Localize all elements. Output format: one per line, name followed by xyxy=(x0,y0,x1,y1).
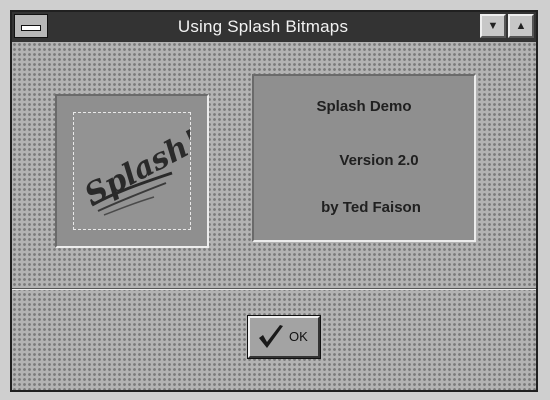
author-text: by Ted Faison xyxy=(321,199,421,216)
ok-button[interactable]: OK xyxy=(247,315,321,359)
chevron-down-icon: ▼ xyxy=(487,20,499,32)
chevron-up-icon: ▲ xyxy=(515,20,527,32)
minimize-button[interactable]: ▼ xyxy=(480,14,506,38)
ok-button-label: OK xyxy=(289,329,308,344)
version-text: Version 2.0 xyxy=(339,152,419,169)
app-name-text: Splash Demo xyxy=(316,98,412,115)
system-menu-icon xyxy=(21,25,41,31)
splash-image-panel: Splash! xyxy=(55,94,209,248)
window-title: Using Splash Bitmaps xyxy=(177,17,349,36)
checkmark-icon xyxy=(259,325,283,348)
splash-bitmap: Splash! xyxy=(73,112,206,230)
splash-logo-icon: Splash! xyxy=(79,123,206,216)
dialog-window: Using Splash Bitmaps ▼ ▲ Splash! Splash xyxy=(10,10,538,392)
maximize-button[interactable]: ▲ xyxy=(508,14,534,38)
info-panel: Splash Demo Version 2.0 by Ted Faison xyxy=(252,74,476,242)
splash-logo-text: Splash! xyxy=(79,123,190,213)
system-menu-button[interactable] xyxy=(14,14,48,38)
separator-line xyxy=(12,288,536,290)
dialog-client-area: Splash! Splash Demo Version 2.0 by Ted F… xyxy=(12,42,536,390)
title-bar[interactable]: Using Splash Bitmaps ▼ ▲ xyxy=(12,12,536,44)
